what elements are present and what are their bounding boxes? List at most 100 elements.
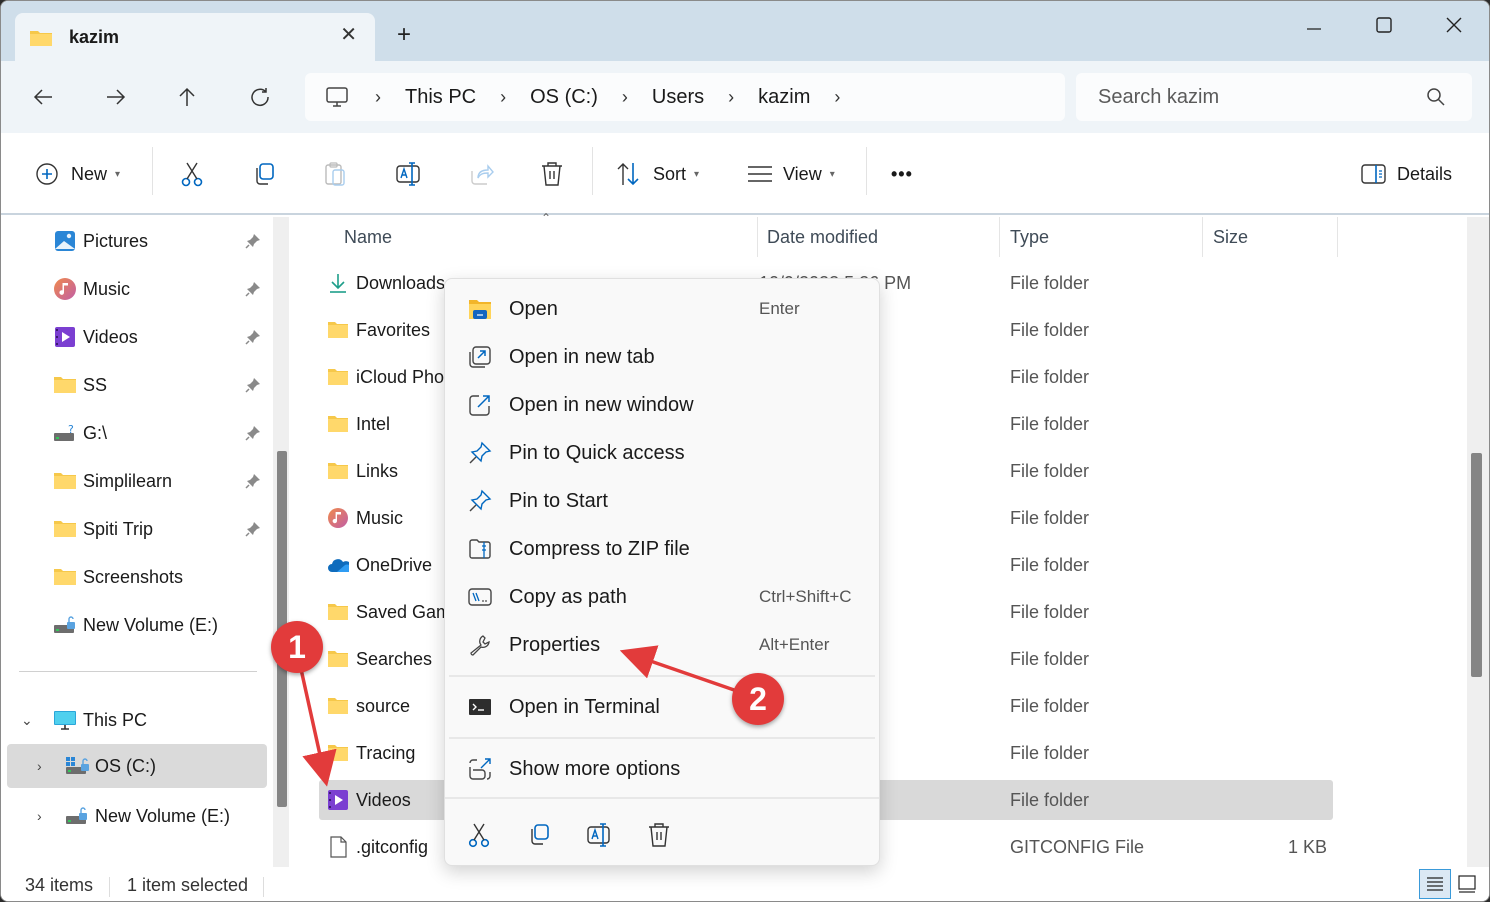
refresh-icon [251,88,269,106]
close-window-button[interactable] [1429,11,1479,39]
pin-icon[interactable] [245,329,261,345]
up-button[interactable] [171,81,203,113]
view-button[interactable]: View ▾ [747,155,835,193]
details-view-button[interactable] [1419,869,1451,899]
menu-cut-button[interactable] [461,817,497,853]
breadcrumb-users[interactable]: Users [652,86,704,109]
file-name: Saved Gam [356,602,452,622]
rename-button[interactable] [395,155,423,193]
view-label: View [783,163,822,184]
file-type: File folder [1010,790,1090,810]
forward-button[interactable] [100,81,132,113]
menu-item-compress-to-zip[interactable]: Compress to ZIP file [449,527,875,571]
file-name: source [356,696,411,716]
trash-icon [649,823,669,847]
breadcrumb-separator[interactable]: › [728,87,734,108]
close-tab-icon[interactable]: ✕ [340,25,357,45]
breadcrumb-separator[interactable]: › [834,87,840,108]
menu-item-pin-to-quick-access[interactable]: Pin to Quick access [449,431,875,475]
details-pane-button[interactable]: Details [1361,155,1452,193]
menu-item-properties[interactable]: Properties Alt+Enter [449,623,875,667]
column-header-name[interactable]: Name [344,227,392,248]
menu-rename-button[interactable] [581,817,617,853]
breadcrumb-separator[interactable]: › [375,87,381,108]
file-type: File folder [1010,461,1090,481]
copy-button[interactable] [251,155,277,193]
sort-button[interactable]: Sort ▾ [615,155,699,193]
menu-item-open[interactable]: Open Enter [449,287,875,331]
drive-icon [65,804,89,828]
chevron-right-icon[interactable]: › [37,758,42,774]
breadcrumb-this-pc[interactable]: This PC [405,86,476,109]
back-arrow-icon [33,89,52,105]
column-divider[interactable] [1337,217,1338,257]
folder-icon [327,742,349,764]
pin-icon [467,488,493,514]
column-header-size[interactable]: Size [1213,227,1248,248]
sidebar-item-g-drive[interactable]: ? G:\ [1,411,267,455]
tiles-view-icon [1458,875,1476,893]
menu-item-pin-to-start[interactable]: Pin to Start [449,479,875,523]
file-explorer-window: kazim ✕ + › This PC › OS (C:) › Users › … [0,0,1490,902]
sidebar-item-spiti-trip[interactable]: Spiti Trip [1,507,267,551]
breadcrumb-os-c[interactable]: OS (C:) [530,86,598,109]
new-tab-button[interactable]: + [397,23,411,47]
column-divider[interactable] [1202,217,1203,257]
column-divider[interactable] [757,217,758,257]
search-box[interactable] [1076,73,1472,121]
chevron-right-icon[interactable]: › [37,808,42,824]
pin-icon[interactable] [245,377,261,393]
menu-item-open-in-new-tab[interactable]: Open in new tab [449,335,875,379]
breadcrumb-separator[interactable]: › [500,87,506,108]
sidebar-item-simplilearn[interactable]: Simplilearn [1,459,267,503]
new-button[interactable]: New ▾ [35,155,120,193]
large-icons-view-button[interactable] [1451,869,1483,899]
sidebar-item-music[interactable]: Music [1,267,267,311]
folder-icon [53,517,77,541]
minimize-button[interactable] [1289,11,1339,39]
delete-button[interactable] [539,155,565,193]
paste-button[interactable] [323,155,349,193]
file-list-scrollbar-thumb[interactable] [1471,453,1482,677]
pin-icon[interactable] [245,473,261,489]
column-header-date[interactable]: Date modified [767,227,878,248]
column-divider[interactable] [999,217,1000,257]
refresh-button[interactable] [244,81,276,113]
file-name: Tracing [356,743,416,763]
cut-button[interactable] [179,155,205,193]
address-bar[interactable]: › This PC › OS (C:) › Users › kazim › [305,73,1065,121]
menu-item-open-in-terminal[interactable]: Open in Terminal [449,685,875,729]
folder-icon [327,601,349,623]
maximize-button[interactable] [1359,11,1409,39]
sidebar-item-screenshots[interactable]: Screenshots [1,555,267,599]
breadcrumb-kazim[interactable]: kazim [758,86,810,109]
sidebar-item-new-volume-e-2[interactable]: › New Volume (E:) [1,794,267,838]
menu-item-open-in-new-window[interactable]: Open in new window [449,383,875,427]
sidebar-item-os-c[interactable]: › OS (C:) [7,744,267,788]
back-button[interactable] [27,81,59,113]
pin-icon[interactable] [245,281,261,297]
column-header-type[interactable]: Type [1010,227,1049,248]
minimize-icon [1307,28,1321,30]
search-icon[interactable] [1426,87,1446,112]
more-options-button[interactable]: ••• [891,155,913,193]
file-type: File folder [1010,743,1090,763]
pin-icon[interactable] [245,425,261,441]
sidebar-item-videos[interactable]: Videos [1,315,267,359]
menu-delete-button[interactable] [641,817,677,853]
pin-icon[interactable] [245,521,261,537]
details-label: Details [1397,163,1453,184]
menu-item-show-more-options[interactable]: Show more options [449,747,875,791]
tab-kazim[interactable]: kazim ✕ [15,13,375,61]
sidebar-item-ss[interactable]: SS [1,363,267,407]
chevron-down-icon[interactable]: ⌄ [21,712,33,729]
menu-item-copy-as-path[interactable]: Copy as path Ctrl+Shift+C [449,575,875,619]
menu-copy-button[interactable] [521,817,557,853]
breadcrumb-separator[interactable]: › [622,87,628,108]
sidebar-item-pictures[interactable]: Pictures [1,219,267,263]
sidebar-item-new-volume-e[interactable]: New Volume (E:) [1,603,267,647]
search-input[interactable] [1098,85,1418,109]
pin-icon[interactable] [245,233,261,249]
share-button[interactable] [468,155,494,193]
sidebar-item-this-pc[interactable]: ⌄ This PC [1,698,267,742]
